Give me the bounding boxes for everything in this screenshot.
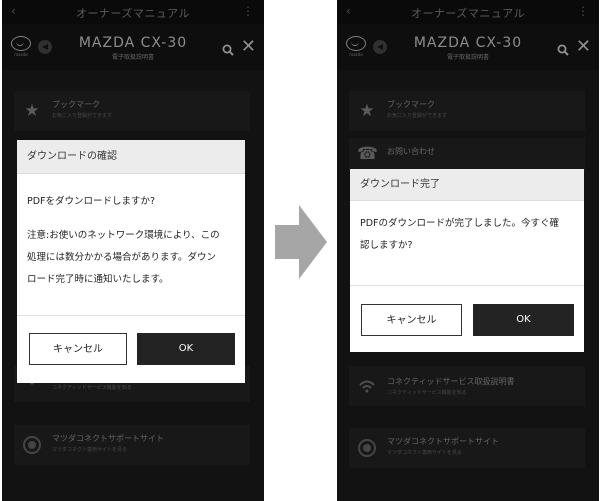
dialog-title: ダウンロード完了 <box>350 169 584 201</box>
dialog-message: PDFをダウンロードしますか? <box>27 196 156 207</box>
ok-button[interactable]: OK <box>473 304 574 336</box>
cancel-button[interactable]: キャンセル <box>361 304 462 336</box>
dialog-message: PDFのダウンロードが完了しました。今すぐ確 認しますか? <box>360 218 560 251</box>
dialog-divider <box>17 315 245 316</box>
phone-screen-before: ‹ オーナーズマニュアル ⋮ mazda ◀ MAZDA CX-30 電子取扱説… <box>2 0 264 501</box>
download-confirm-dialog: ダウンロードの確認 PDFをダウンロードしますか? 注意:お使いのネットワーク環… <box>17 140 245 383</box>
cancel-button[interactable]: キャンセル <box>29 333 127 365</box>
arrow-right-icon <box>275 205 327 279</box>
dialog-note: 注意:お使いのネットワーク環境により、この 処理には数分かかる場合があります。ダ… <box>27 230 220 285</box>
dialog-divider <box>350 285 584 286</box>
dialog-title: ダウンロードの確認 <box>17 140 245 174</box>
phone-screen-after: ‹ オーナーズマニュアル ⋮ mazda ◀ MAZDA CX-30 電子取扱説… <box>337 0 599 501</box>
ok-button[interactable]: OK <box>137 333 235 365</box>
download-complete-dialog: ダウンロード完了 PDFのダウンロードが完了しました。今すぐ確 認しますか? キ… <box>350 169 584 352</box>
